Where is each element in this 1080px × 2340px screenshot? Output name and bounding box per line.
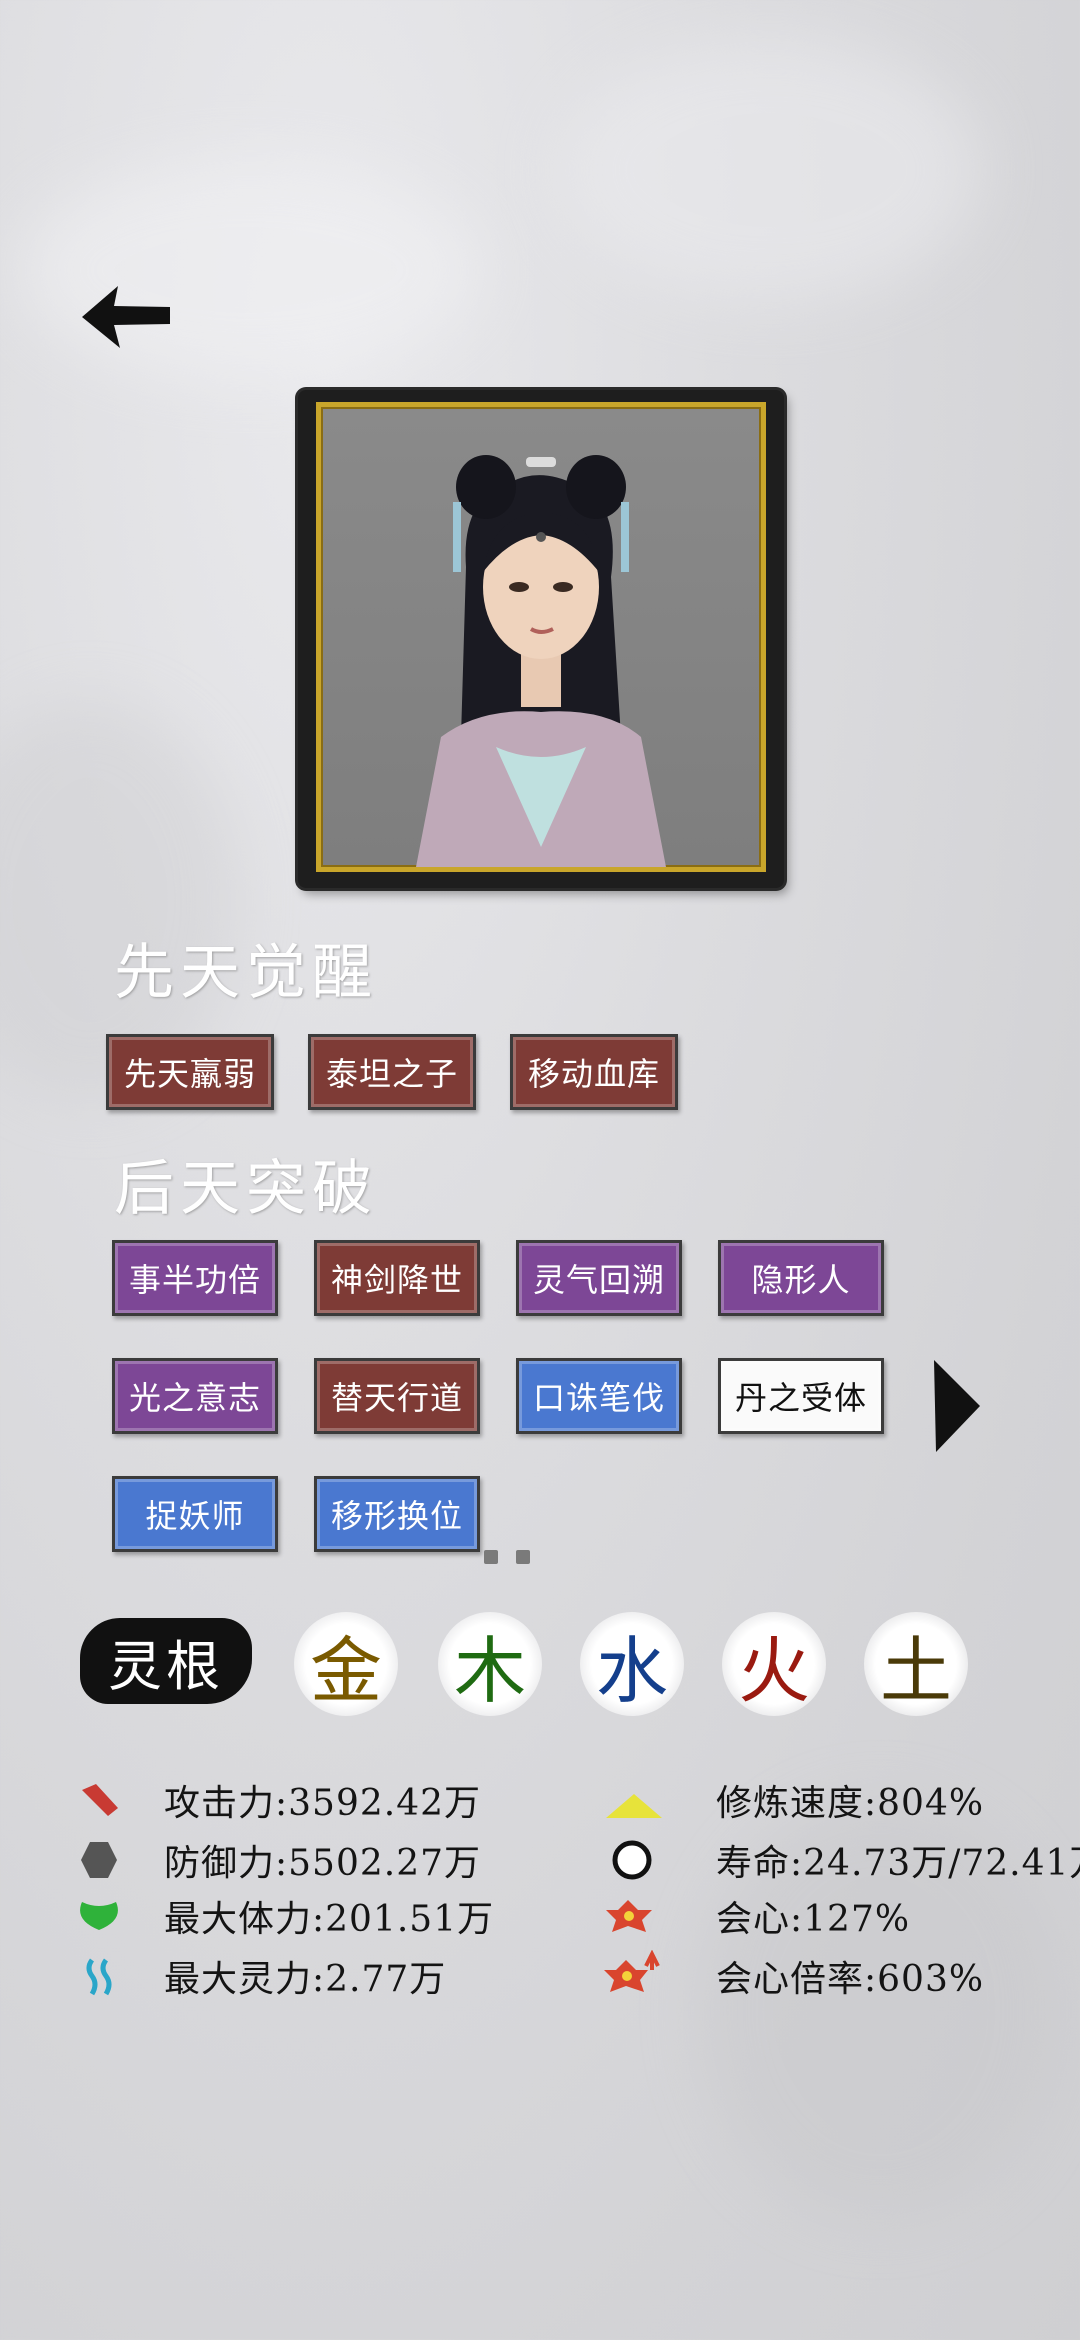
- element-water: 水: [580, 1612, 684, 1716]
- stat-max-mp: 最大灵力:2.77万: [164, 1959, 447, 2000]
- trait-divine-sword[interactable]: 神剑降世: [314, 1240, 480, 1316]
- element-metal-char: 金: [309, 1628, 382, 1713]
- element-earth: 土: [864, 1612, 968, 1716]
- trait-swap-position[interactable]: 移形换位: [314, 1476, 480, 1552]
- stat-attack: 攻击力:3592.42万: [164, 1783, 481, 1824]
- stat-defense: 防御力:5502.27万: [164, 1843, 481, 1884]
- stat-crit: 会心:127%: [716, 1899, 911, 1940]
- element-water-char: 水: [595, 1628, 668, 1713]
- mp-icon: [84, 1958, 116, 2002]
- trait-invisible[interactable]: 隐形人: [718, 1240, 884, 1316]
- defense-icon: [80, 1840, 118, 1884]
- stat-max-hp: 最大体力:201.51万: [164, 1899, 495, 1940]
- stat-lifespan: 寿命:24.73万/72.41万: [716, 1843, 1080, 1884]
- element-metal: 金: [294, 1612, 398, 1716]
- trait-spirit-recall[interactable]: 灵气回溯: [516, 1240, 682, 1316]
- page-indicator-dot: [516, 1550, 530, 1564]
- crit-multiplier-icon: [602, 1949, 660, 1998]
- attack-icon: [78, 1782, 120, 1822]
- page-indicator-dot: [484, 1550, 498, 1564]
- trait-pill-receptor[interactable]: 丹之受体: [718, 1358, 884, 1434]
- trait-verbal-attack[interactable]: 口诛笔伐: [516, 1358, 682, 1434]
- awakening-title: 先天觉醒: [114, 938, 378, 1008]
- element-wood: 木: [438, 1612, 542, 1716]
- lifespan-icon: [610, 1838, 654, 1886]
- next-page-arrow-icon[interactable]: [932, 1358, 982, 1454]
- crit-icon: [604, 1896, 656, 1938]
- trait-demon-catcher[interactable]: 捉妖师: [112, 1476, 278, 1552]
- stat-cultivation-speed: 修炼速度:804%: [716, 1783, 985, 1824]
- breakthrough-title: 后天突破: [114, 1154, 378, 1224]
- spirit-root-label: 灵根: [80, 1618, 252, 1704]
- character-portrait: [316, 402, 766, 872]
- cultivation-speed-icon: [604, 1792, 664, 1824]
- element-wood-char: 木: [453, 1628, 526, 1713]
- back-arrow-icon[interactable]: [78, 280, 174, 354]
- element-earth-char: 土: [879, 1628, 952, 1713]
- element-fire: 火: [722, 1612, 826, 1716]
- hp-icon: [76, 1898, 122, 1936]
- trait-will-of-light[interactable]: 光之意志: [112, 1358, 278, 1434]
- trait-heaven-justice[interactable]: 替天行道: [314, 1358, 480, 1434]
- character-portrait-frame: [298, 390, 784, 888]
- element-fire-char: 火: [737, 1628, 810, 1713]
- trait-innate-weak[interactable]: 先天羸弱: [106, 1034, 274, 1110]
- trait-titan-son[interactable]: 泰坦之子: [308, 1034, 476, 1110]
- trait-mobile-blood-bank[interactable]: 移动血库: [510, 1034, 678, 1110]
- trait-double-effect[interactable]: 事半功倍: [112, 1240, 278, 1316]
- stat-crit-multiplier: 会心倍率:603%: [716, 1959, 985, 2000]
